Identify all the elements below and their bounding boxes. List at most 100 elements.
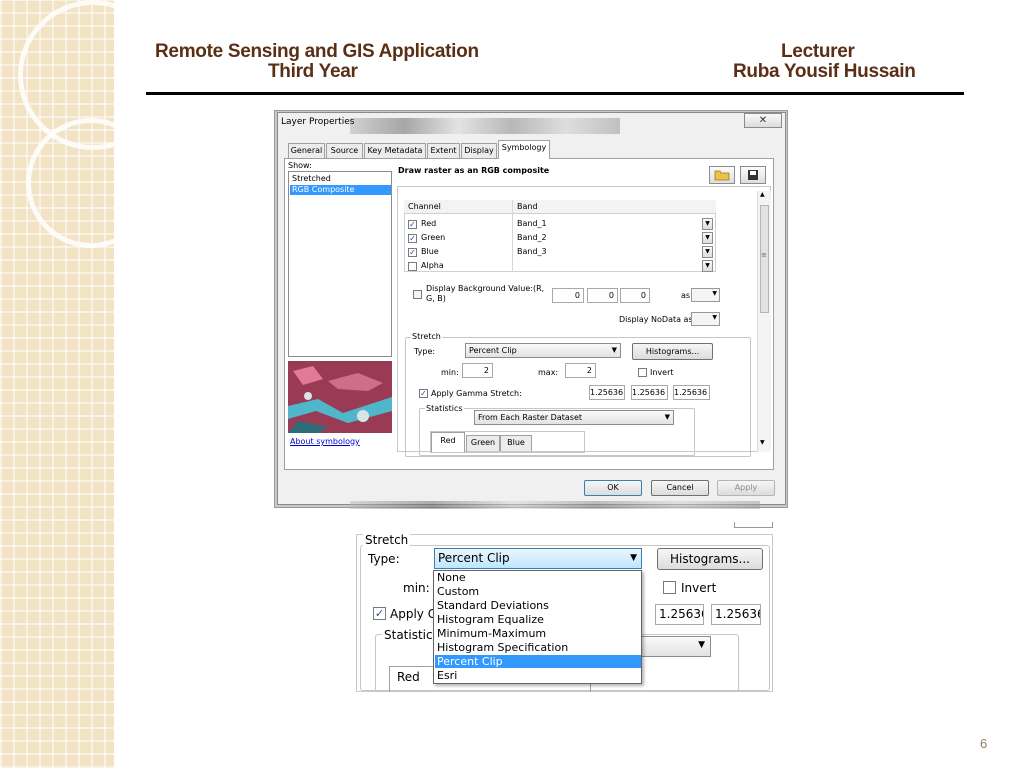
zoom-min-label: min: xyxy=(403,581,430,595)
min-input[interactable]: 2 xyxy=(462,363,493,378)
invert-checkbox[interactable] xyxy=(638,368,647,377)
option-minimum-maximum[interactable]: Minimum-Maximum xyxy=(435,627,641,640)
grid-divider xyxy=(512,200,513,272)
nodata-color-picker[interactable]: ▼ xyxy=(691,312,720,326)
stat-tab-red[interactable]: Red xyxy=(431,432,465,452)
option-standard-deviations[interactable]: Standard Deviations xyxy=(435,599,641,612)
chevron-down-icon[interactable]: ▼ xyxy=(702,260,713,272)
background-image-strip xyxy=(350,501,760,509)
chevron-down-icon: ▼ xyxy=(712,290,717,297)
about-symbology-link[interactable]: About symbology xyxy=(290,437,360,446)
tab-source[interactable]: Source xyxy=(326,143,363,158)
as-label: as xyxy=(681,291,691,300)
open-folder-button[interactable] xyxy=(709,166,735,184)
scroll-down-icon[interactable]: ▼ xyxy=(760,439,765,446)
zoom-histograms-button[interactable]: Histograms... xyxy=(657,548,763,570)
tab-key-metadata[interactable]: Key Metadata xyxy=(364,143,426,158)
channel-name: Red xyxy=(421,219,437,228)
ok-button[interactable]: OK xyxy=(584,480,642,496)
option-none[interactable]: None xyxy=(435,571,641,584)
stat-tab-green[interactable]: Green xyxy=(466,435,500,451)
option-custom[interactable]: Custom xyxy=(435,585,641,598)
band-value[interactable]: Band_1 xyxy=(517,218,547,230)
rgb-preview-image xyxy=(288,361,392,433)
scroll-thumb[interactable] xyxy=(760,205,769,313)
tab-general[interactable]: General xyxy=(288,143,325,158)
zoom-statistics-select[interactable]: ▼ xyxy=(640,636,711,657)
background-g-input[interactable]: 0 xyxy=(587,288,618,303)
channel-header: Channel xyxy=(408,202,441,211)
stretch-type-select[interactable]: Percent Clip ▼ xyxy=(465,343,621,358)
option-histogram-equalize[interactable]: Histogram Equalize xyxy=(435,613,641,626)
zoom-stretch-type-select[interactable]: Percent Clip ▼ xyxy=(434,548,642,569)
band-value[interactable]: Band_3 xyxy=(517,246,547,258)
chevron-down-icon: ▼ xyxy=(664,413,670,421)
zoom-stat-tab-red[interactable]: Red xyxy=(397,670,420,684)
statistics-select[interactable]: From Each Raster Dataset ▼ xyxy=(474,410,674,425)
zoom-invert-checkbox[interactable] xyxy=(663,581,676,594)
zoom-type-label: Type: xyxy=(368,552,400,566)
show-label: Show: xyxy=(288,161,312,170)
cancel-button[interactable]: Cancel xyxy=(651,480,709,496)
close-icon: ✕ xyxy=(758,115,768,126)
option-percent-clip[interactable]: Percent Clip xyxy=(435,655,641,668)
save-button[interactable] xyxy=(740,166,766,184)
max-label: max: xyxy=(538,368,559,377)
background-value-label: Display Background Value:(R, G, B) xyxy=(426,284,545,303)
chevron-down-icon: ▼ xyxy=(698,640,705,650)
gamma-checkbox[interactable]: ✓ xyxy=(419,389,428,398)
slide-title: Remote Sensing and GIS Application xyxy=(155,41,479,62)
chevron-down-icon[interactable]: ▼ xyxy=(702,232,713,244)
header-divider xyxy=(146,92,964,95)
statistics-value: From Each Raster Dataset xyxy=(478,413,583,422)
chevron-down-icon: ▼ xyxy=(611,346,617,354)
dialog-title: Layer Properties xyxy=(281,117,355,127)
zoom-gamma-input[interactable]: 1.25636 xyxy=(655,604,704,625)
zoom-stretch-label: Stretch xyxy=(363,533,411,547)
option-esri[interactable]: Esri xyxy=(435,669,641,682)
min-label: min: xyxy=(441,368,459,377)
chevron-down-icon[interactable]: ▼ xyxy=(702,246,713,258)
histograms-button[interactable]: Histograms... xyxy=(632,343,713,360)
gamma-label: Apply Gamma Stretch: xyxy=(431,389,522,398)
stretch-type-value: Percent Clip xyxy=(469,346,517,355)
stat-tab-blue[interactable]: Blue xyxy=(500,435,532,451)
scroll-up-icon[interactable]: ▲ xyxy=(760,191,765,198)
close-button[interactable]: ✕ xyxy=(744,113,782,128)
gamma-red-input[interactable]: 1.25636 xyxy=(589,385,625,400)
zoom-gamma-input[interactable]: 1.25636 xyxy=(711,604,761,625)
band-value[interactable]: Band_2 xyxy=(517,232,547,244)
background-b-input[interactable]: 0 xyxy=(620,288,650,303)
show-item-stretched[interactable]: Stretched xyxy=(290,174,391,184)
renderer-heading: Draw raster as an RGB composite xyxy=(398,166,550,175)
tab-symbology[interactable]: Symbology xyxy=(498,140,550,159)
channel-name: Blue xyxy=(421,247,439,256)
vertical-scrollbar[interactable]: ▲ ≡ ▼ xyxy=(757,191,771,452)
option-histogram-specification[interactable]: Histogram Specification xyxy=(435,641,641,654)
show-item-rgb-composite[interactable]: RGB Composite xyxy=(290,185,391,195)
background-color-picker[interactable]: ▼ xyxy=(691,288,720,302)
grid-header xyxy=(404,200,716,214)
tab-extent[interactable]: Extent xyxy=(427,143,460,158)
gamma-green-input[interactable]: 1.25636 xyxy=(631,385,668,400)
blue-channel-checkbox[interactable]: ✓ xyxy=(408,248,417,257)
slide-subtitle: Third Year xyxy=(268,61,358,82)
background-image-strip xyxy=(350,118,620,134)
apply-button[interactable]: Apply xyxy=(717,480,775,496)
max-input[interactable]: 2 xyxy=(565,363,596,378)
channel-name: Green xyxy=(421,233,446,242)
tab-display[interactable]: Display xyxy=(461,143,497,158)
background-r-input[interactable]: 0 xyxy=(552,288,584,303)
page-number: 6 xyxy=(980,736,988,751)
zoom-stretch-type-value: Percent Clip xyxy=(438,551,510,565)
red-channel-checkbox[interactable]: ✓ xyxy=(408,220,417,229)
gamma-blue-input[interactable]: 1.25636 xyxy=(673,385,710,400)
lecturer-label: Lecturer xyxy=(781,41,855,62)
alpha-channel-checkbox[interactable] xyxy=(408,262,417,271)
chevron-down-icon[interactable]: ▼ xyxy=(702,218,713,230)
green-channel-checkbox[interactable]: ✓ xyxy=(408,234,417,243)
type-label: Type: xyxy=(414,347,436,356)
zoom-gamma-checkbox[interactable]: ✓ xyxy=(373,607,386,620)
show-list[interactable] xyxy=(288,171,392,357)
background-value-checkbox[interactable] xyxy=(413,290,422,299)
